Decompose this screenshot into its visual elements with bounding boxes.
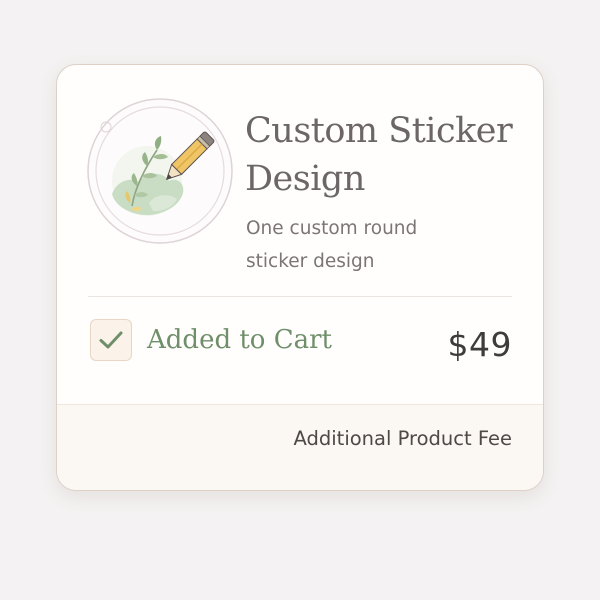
product-description: One custom round sticker design [246, 218, 418, 272]
added-to-cart-toggle[interactable]: Added to Cart [90, 318, 332, 362]
product-card: Custom Sticker Design One custom round s… [56, 64, 544, 491]
fee-label: Additional Product Fee [293, 427, 512, 450]
card-footer: Additional Product Fee [57, 404, 543, 490]
cart-checkbox[interactable] [90, 319, 132, 361]
product-title: Custom Sticker Design [245, 111, 513, 199]
sticker-preview-image [87, 98, 233, 244]
checkmark-icon [99, 331, 123, 349]
product-price: $49 [447, 325, 512, 364]
cart-status-label: Added to Cart [147, 325, 332, 355]
divider [88, 296, 512, 297]
